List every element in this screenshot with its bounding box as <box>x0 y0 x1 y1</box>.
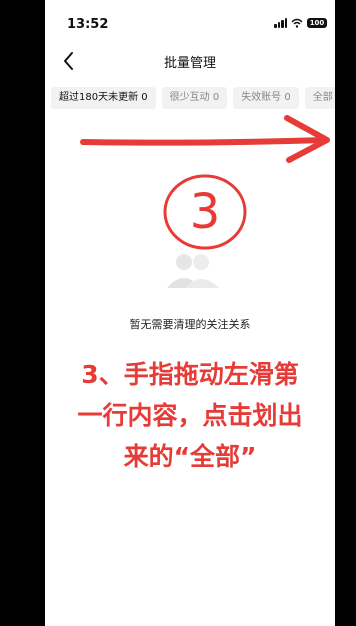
swipe-arrow-annotation <box>80 115 330 163</box>
status-bar: 13:52 100 <box>45 0 335 44</box>
tab-all[interactable]: 全部 <box>304 87 335 109</box>
instruction-line-3: 来的“全部” <box>123 442 257 471</box>
nav-bar: 批量管理 <box>45 46 335 76</box>
empty-state-text: 暂无需要清理的关注关系 <box>129 318 251 331</box>
instruction-line-1: 3、手指拖动左滑第 <box>81 360 299 389</box>
tab-rare-interaction[interactable]: 很少互动 0 <box>161 87 228 109</box>
filter-tabs[interactable]: 超过180天未更新 0 很少互动 0 失效账号 0 全部 <box>45 87 335 111</box>
page-title: 批量管理 <box>163 56 216 71</box>
phone-screen: 13:52 100 批量管理 超过180天未更新 0 很少互动 0 失效账号 0… <box>45 0 335 626</box>
status-time: 13:52 <box>67 17 109 32</box>
step-number-annotation: 3 <box>157 170 257 260</box>
tab-invalid-accounts[interactable]: 失效账号 0 <box>233 87 299 109</box>
battery-icon: 100 <box>307 18 327 28</box>
instruction-text: 3、手指拖动左滑第 一行内容，点击划出 来的“全部” <box>45 354 335 477</box>
instruction-line-2: 一行内容，点击划出 <box>77 401 303 430</box>
status-icons: 100 <box>274 18 327 28</box>
empty-users-icon <box>167 254 219 288</box>
signal-icon <box>274 18 287 28</box>
tab-inactive-180-days[interactable]: 超过180天未更新 0 <box>51 87 156 109</box>
step-number-text: 3 <box>190 184 221 240</box>
wifi-icon <box>291 18 303 28</box>
